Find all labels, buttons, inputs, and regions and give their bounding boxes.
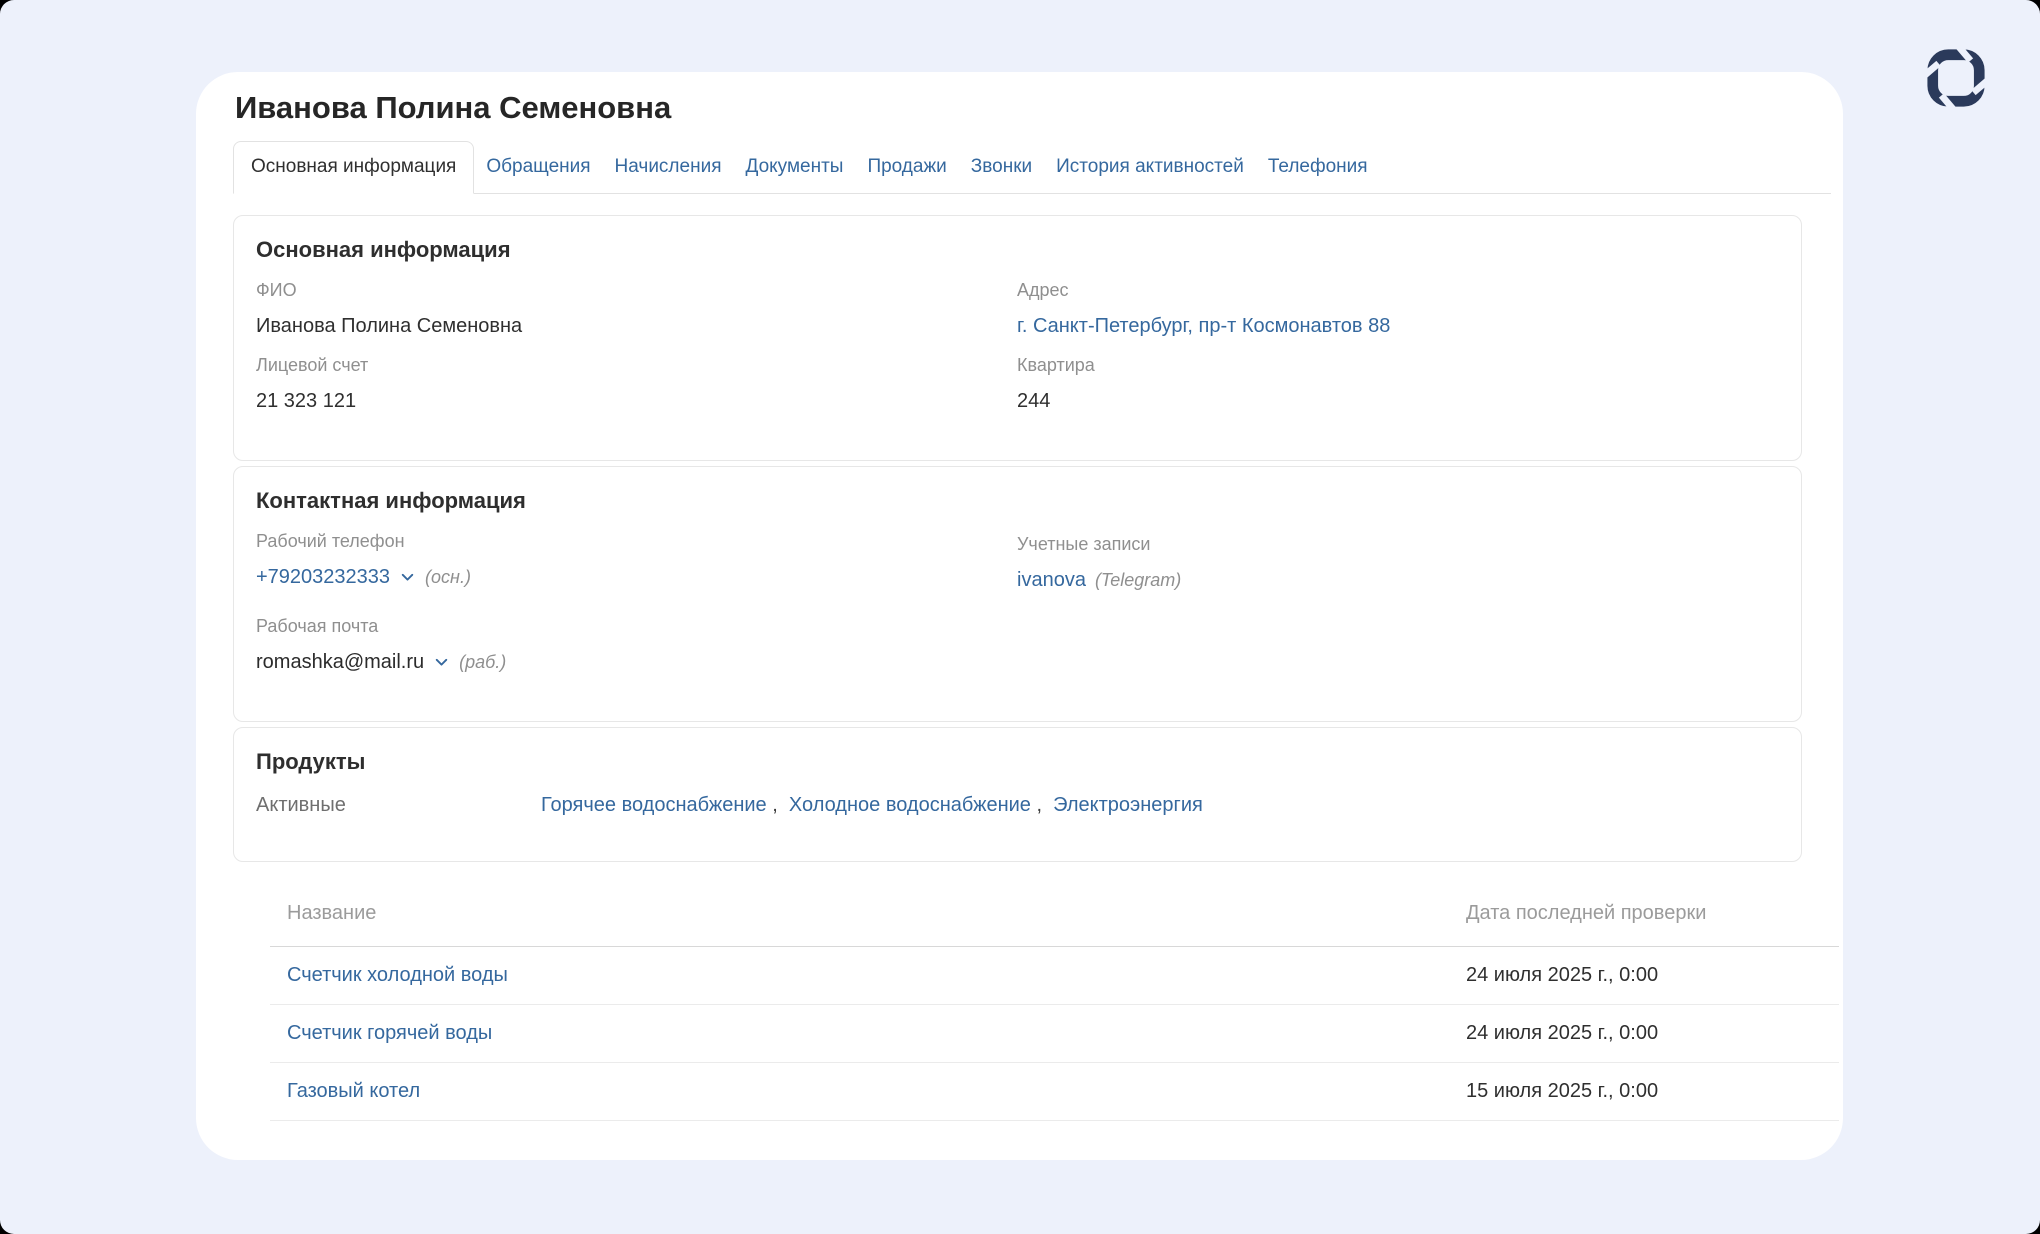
table-row: Счетчик горячей воды 24 июля 2025 г., 0:… (270, 1005, 1839, 1063)
work-phone-note: (осн.) (425, 564, 471, 590)
column-header-name: Название (270, 902, 1466, 925)
device-link-cold-water-meter[interactable]: Счетчик холодной воды (287, 964, 508, 986)
contact-info-panel: Контактная информация Рабочий телефон +7… (233, 466, 1802, 722)
telegram-account-link[interactable]: ivanova (1017, 567, 1086, 593)
work-email-note: (раб.) (459, 649, 506, 675)
table-row: Счетчик холодной воды 24 июля 2025 г., 0… (270, 947, 1839, 1005)
personal-account-label: Лицевой счет (256, 353, 1017, 377)
device-last-check-date: 24 июля 2025 г., 0:00 (1466, 964, 1839, 987)
contact-info-title: Контактная информация (256, 487, 1779, 515)
accounts-label: Учетные записи (1017, 532, 1779, 556)
main-info-title: Основная информация (256, 236, 1779, 264)
device-link-hot-water-meter[interactable]: Счетчик горячей воды (287, 1022, 492, 1044)
work-phone-link[interactable]: +79203232333 (256, 564, 390, 590)
tab-calls[interactable]: Звонки (959, 142, 1044, 193)
app-logo-icon (1925, 45, 1987, 111)
main-info-panel: Основная информация ФИО Иванова Полина С… (233, 215, 1802, 461)
apartment-label: Квартира (1017, 353, 1779, 377)
device-last-check-date: 15 июля 2025 г., 0:00 (1466, 1080, 1839, 1103)
address-link[interactable]: г. Санкт-Петербург, пр-т Космонавтов 88 (1017, 313, 1779, 339)
apartment-value: 244 (1017, 388, 1779, 414)
tab-bar: Основная информация Обращения Начисления… (233, 141, 1831, 194)
product-link-cold-water[interactable]: Холодное водоснабжение (789, 794, 1031, 816)
devices-table: Название Дата последней проверки Счетчик… (270, 902, 1839, 1121)
device-last-check-date: 24 июля 2025 г., 0:00 (1466, 1022, 1839, 1045)
client-card: Иванова Полина Семеновна Основная информ… (196, 72, 1843, 1160)
personal-account-value: 21 323 121 (256, 388, 1017, 414)
email-chevron-down-icon[interactable] (433, 654, 450, 671)
tab-documents[interactable]: Документы (733, 142, 855, 193)
product-separator: , (1031, 794, 1053, 816)
fio-value: Иванова Полина Семеновна (256, 313, 1017, 339)
tab-accruals[interactable]: Начисления (603, 142, 734, 193)
active-products-list: Горячее водоснабжение , Холодное водосна… (541, 792, 1203, 818)
app-background: Иванова Полина Семеновна Основная информ… (0, 0, 2040, 1234)
tab-telephony[interactable]: Телефония (1256, 142, 1380, 193)
work-phone-label: Рабочий телефон (256, 529, 1017, 553)
telegram-account-note: (Telegram) (1095, 567, 1181, 593)
products-panel: Продукты Активные Горячее водоснабжение … (233, 727, 1802, 862)
active-products-label: Активные (256, 792, 541, 818)
column-header-last-check-date: Дата последней проверки (1466, 902, 1839, 925)
product-separator: , (767, 794, 789, 816)
phone-chevron-down-icon[interactable] (399, 569, 416, 586)
tab-activity-history[interactable]: История активностей (1044, 142, 1256, 193)
work-email-value[interactable]: romashka@mail.ru (256, 649, 424, 675)
product-link-hot-water[interactable]: Горячее водоснабжение (541, 794, 767, 816)
tab-sales[interactable]: Продажи (855, 142, 958, 193)
fio-label: ФИО (256, 278, 1017, 302)
product-link-electricity[interactable]: Электроэнергия (1053, 794, 1203, 816)
address-label: Адрес (1017, 278, 1779, 302)
products-title: Продукты (256, 748, 1779, 776)
work-email-label: Рабочая почта (256, 614, 1017, 638)
devices-table-header: Название Дата последней проверки (270, 902, 1839, 947)
device-link-gas-boiler[interactable]: Газовый котел (287, 1080, 420, 1102)
table-row: Газовый котел 15 июля 2025 г., 0:00 (270, 1063, 1839, 1121)
tab-main-info[interactable]: Основная информация (233, 141, 474, 194)
page-title: Иванова Полина Семеновна (235, 88, 1843, 128)
tab-requests[interactable]: Обращения (474, 142, 602, 193)
